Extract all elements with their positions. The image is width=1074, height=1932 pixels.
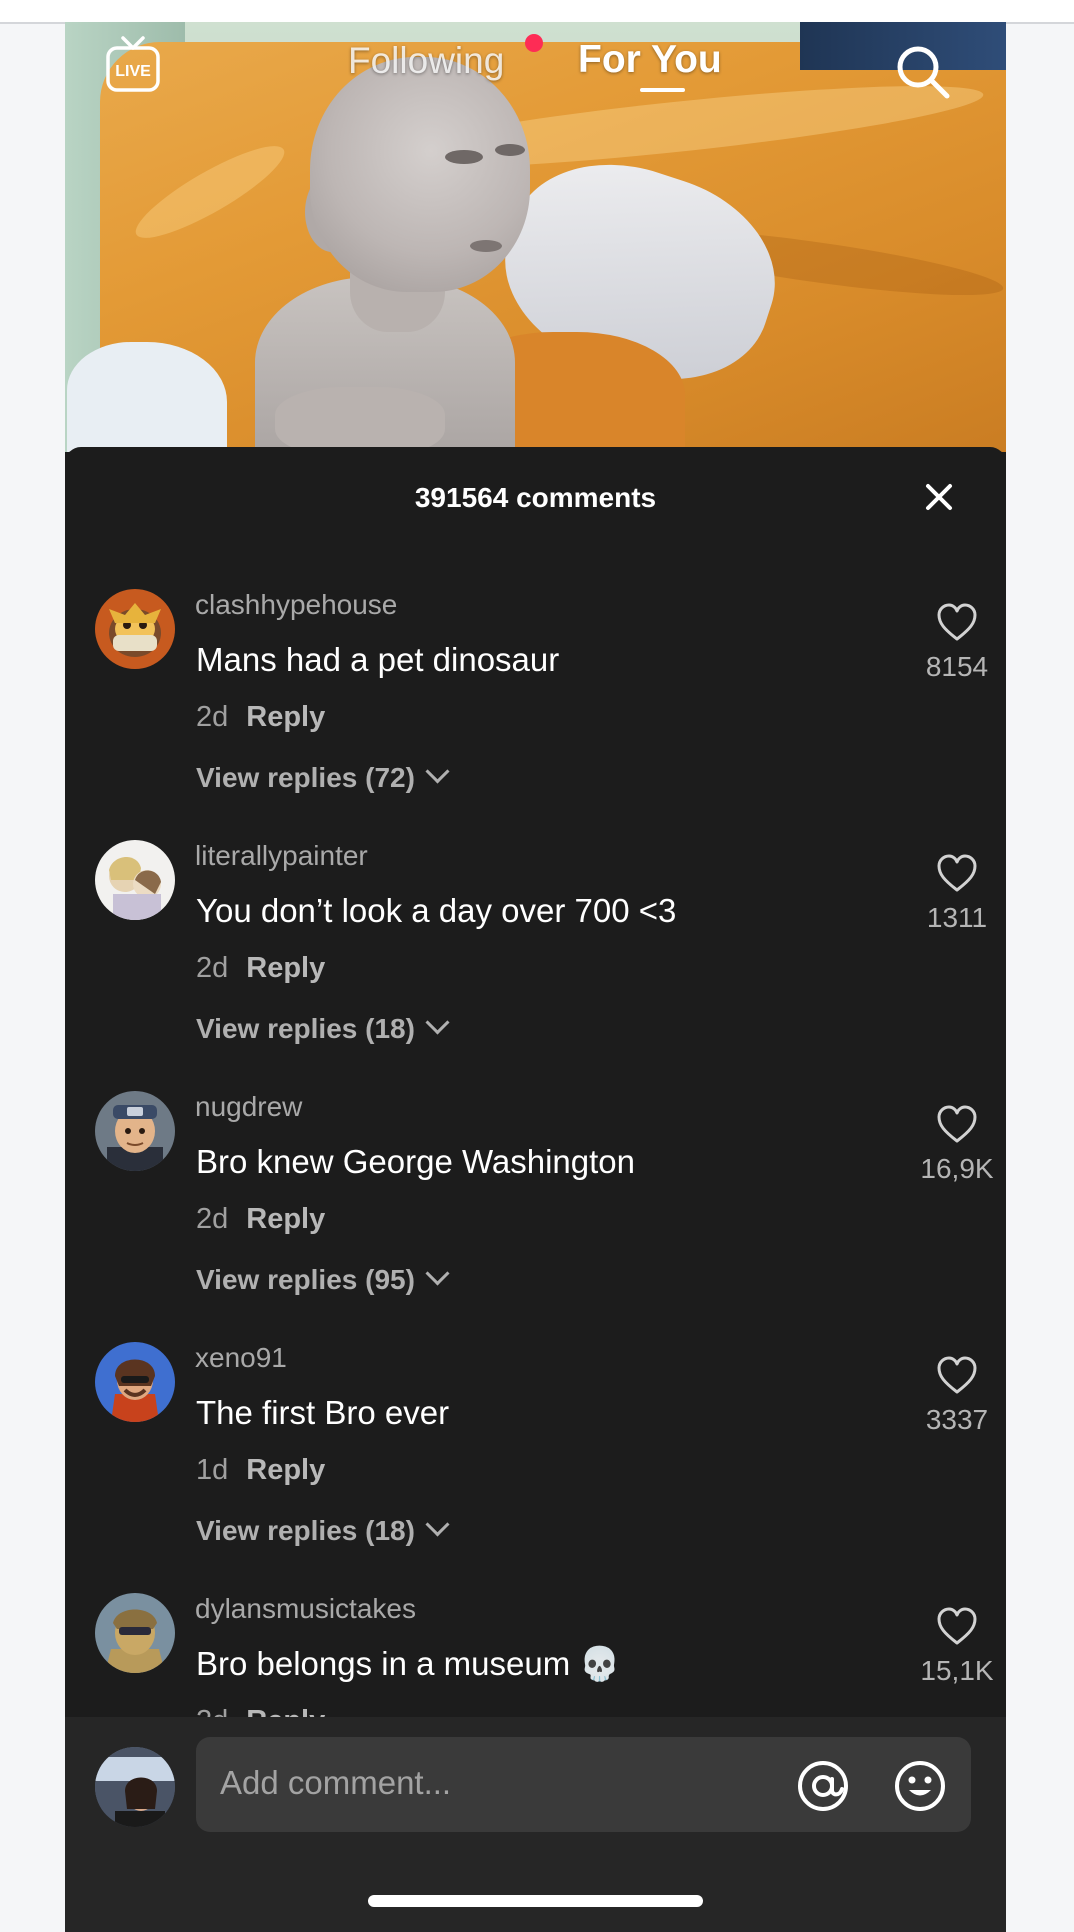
video-person-hand xyxy=(275,387,445,452)
comment-text: You don’t look a day over 700 <3 xyxy=(196,892,677,929)
like-button[interactable]: 8154 xyxy=(905,603,1006,683)
reply-button[interactable]: Reply xyxy=(246,952,325,984)
comments-count-title: 391564 comments xyxy=(414,482,657,513)
avatar-image xyxy=(95,1091,175,1171)
avatar-image xyxy=(95,1747,175,1827)
avatar-image xyxy=(95,840,175,920)
view-replies-label: View replies (18) xyxy=(196,1515,415,1546)
live-tv-icon: LIVE xyxy=(106,36,160,92)
comment-input[interactable]: Add comment... xyxy=(196,1737,971,1832)
comment-username[interactable]: clashhypehouse xyxy=(195,589,397,621)
like-button[interactable]: 3337 xyxy=(905,1356,1006,1436)
status-strip xyxy=(0,0,1074,24)
comment-username[interactable]: xeno91 xyxy=(195,1342,287,1374)
like-count: 3337 xyxy=(925,1404,989,1435)
video-pillow-left xyxy=(67,342,227,452)
comment-input-placeholder: Add comment... xyxy=(220,1764,452,1801)
reply-button[interactable]: Reply xyxy=(246,701,325,733)
emoji-icon xyxy=(895,1761,945,1811)
close-icon xyxy=(926,484,952,510)
live-label: LIVE xyxy=(115,63,151,80)
live-button[interactable]: LIVE xyxy=(105,34,161,94)
like-button[interactable]: 15,1K xyxy=(905,1607,1006,1687)
reply-button[interactable]: Reply xyxy=(246,1454,325,1486)
like-button[interactable]: 1311 xyxy=(905,854,1006,934)
comment-text: Mans had a pet dinosaur xyxy=(196,641,560,678)
heart-icon xyxy=(937,854,977,892)
emoji-button[interactable] xyxy=(893,1759,947,1813)
video-person-head xyxy=(310,57,530,292)
like-count: 16,9K xyxy=(920,1153,994,1184)
chevron-down-icon xyxy=(425,1512,450,1537)
comment-meta: 2d Reply xyxy=(196,701,325,734)
view-replies-button[interactable]: View replies (18) xyxy=(196,1010,450,1045)
active-tab-indicator xyxy=(640,88,685,92)
comment-item: clashhypehouse Mans had a pet dinosaur 2… xyxy=(65,589,1006,829)
view-replies-label: View replies (95) xyxy=(196,1264,415,1295)
comments-panel: 391564 comments clashhypehouse Mans had … xyxy=(65,447,1006,1932)
comment-text: Bro belongs in a museum 💀 xyxy=(196,1645,621,1682)
video-person-eye xyxy=(445,150,483,164)
my-avatar[interactable] xyxy=(95,1747,175,1827)
avatar[interactable] xyxy=(95,840,175,920)
comment-text: The first Bro ever xyxy=(196,1394,450,1431)
chevron-down-icon xyxy=(425,1261,450,1286)
like-count: 8154 xyxy=(925,651,989,682)
heart-icon xyxy=(937,1356,977,1394)
comment-item: literallypainter You don’t look a day ov… xyxy=(65,840,1006,1080)
heart-icon xyxy=(937,1607,977,1645)
comment-age: 2d xyxy=(196,952,229,984)
comment-username[interactable]: nugdrew xyxy=(195,1091,302,1123)
comment-item: xeno91 The first Bro ever 1d Reply View r… xyxy=(65,1342,1006,1582)
home-indicator[interactable] xyxy=(368,1895,703,1907)
like-count: 1311 xyxy=(926,902,988,933)
view-replies-button[interactable]: View replies (95) xyxy=(196,1261,450,1296)
like-button[interactable]: 16,9K xyxy=(905,1105,1006,1185)
comment-item: nugdrew Bro knew George Washington 2d Rep… xyxy=(65,1091,1006,1331)
comment-username[interactable]: dylansmusictakes xyxy=(195,1593,416,1625)
search-button[interactable] xyxy=(891,40,955,104)
view-replies-label: View replies (18) xyxy=(196,1013,415,1044)
comment-age: 2d xyxy=(196,1203,229,1235)
avatar[interactable] xyxy=(95,1342,175,1422)
phone-screen: LIVE Following For You 391564 comments c… xyxy=(65,22,1006,1932)
comment-age: 2d xyxy=(196,701,229,733)
tab-for-you[interactable]: For You xyxy=(578,38,722,82)
chevron-down-icon xyxy=(425,1010,450,1035)
close-button[interactable] xyxy=(922,480,956,514)
avatar[interactable] xyxy=(95,1091,175,1171)
comment-age: 1d xyxy=(196,1454,229,1486)
reply-button[interactable]: Reply xyxy=(246,1203,325,1235)
notification-dot xyxy=(525,34,543,52)
avatar[interactable] xyxy=(95,1593,175,1673)
comment-meta: 1d Reply xyxy=(196,1454,325,1487)
view-replies-button[interactable]: View replies (72) xyxy=(196,759,450,794)
view-replies-button[interactable]: View replies (18) xyxy=(196,1512,450,1547)
avatar-image xyxy=(95,589,175,669)
avatar-image xyxy=(95,1342,175,1422)
chevron-down-icon xyxy=(425,759,450,784)
comment-text: Bro knew George Washington xyxy=(196,1143,636,1180)
comment-meta: 2d Reply xyxy=(196,952,325,985)
search-icon xyxy=(897,46,950,99)
tab-following[interactable]: Following xyxy=(348,40,504,82)
video-person-mouth xyxy=(470,240,502,252)
video-person-eye xyxy=(495,144,525,156)
video-player[interactable]: LIVE Following For You xyxy=(65,22,1006,452)
avatar-image xyxy=(95,1593,175,1673)
view-replies-label: View replies (72) xyxy=(196,762,415,793)
comment-meta: 2d Reply xyxy=(196,1203,325,1236)
heart-icon xyxy=(937,603,977,641)
avatar[interactable] xyxy=(95,589,175,669)
comment-composer: Add comment... xyxy=(65,1717,1006,1932)
comment-username[interactable]: literallypainter xyxy=(195,840,368,872)
like-count: 15,1K xyxy=(920,1655,994,1686)
heart-icon xyxy=(937,1105,977,1143)
at-mention-icon xyxy=(798,1761,848,1811)
mention-button[interactable] xyxy=(796,1759,850,1813)
